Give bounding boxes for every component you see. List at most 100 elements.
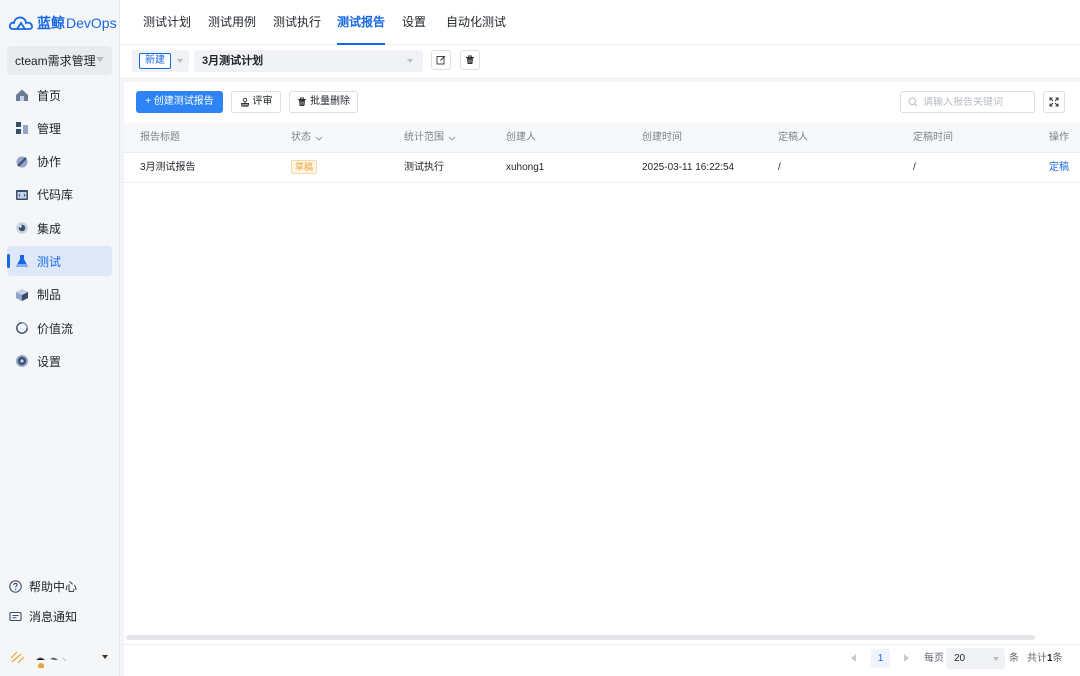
finalize-link[interactable]: 定稿 <box>1049 153 1069 183</box>
sidebar-item-label: 集成 <box>37 221 62 236</box>
help-center-label: 帮助中心 <box>29 579 78 594</box>
logo-text: DevOps <box>66 15 117 31</box>
plan-bar: 新建 3月测试计划 <box>120 45 1080 77</box>
edit-icon <box>436 55 446 65</box>
create-report-button[interactable]: + 创建测试报告 <box>136 91 223 113</box>
avatar <box>10 651 67 668</box>
sidebar-item-value-stream[interactable]: 价值流 <box>7 313 112 343</box>
cell-scope: 测试执行 <box>404 162 444 173</box>
user-menu[interactable] <box>9 647 112 669</box>
batch-delete-button[interactable]: 批量删除 <box>289 91 358 113</box>
table-row[interactable]: 3月测试报告 草稿 测试执行 xuhong1 2025-03-11 16:22:… <box>124 153 1080 183</box>
fullscreen-button[interactable] <box>1043 91 1065 113</box>
fullscreen-icon <box>1049 97 1059 107</box>
project-select[interactable]: cteam需求管理 <box>7 46 112 75</box>
top-tabs: 测试计划 测试用例 测试执行 测试报告 设置 自动化测试 <box>120 0 1080 45</box>
search-icon <box>908 97 918 107</box>
horizontal-scrollbar[interactable] <box>126 635 1035 640</box>
col-finalizer: 定稿人 <box>778 132 808 143</box>
sidebar-item-test[interactable]: 测试 <box>7 246 112 277</box>
cell-creator: xuhong1 <box>506 162 545 173</box>
sidebar-item-label: 首页 <box>37 88 62 103</box>
tab-settings[interactable]: 设置 <box>402 0 426 45</box>
cell-report-title[interactable]: 3月测试报告 <box>140 153 196 183</box>
cell-finalized-at: / <box>913 162 916 173</box>
col-created-at: 创建时间 <box>642 132 682 143</box>
pagination: 1 每页 20 条 共计1条 <box>124 644 1080 672</box>
col-status-label: 状态 <box>291 132 311 143</box>
chevron-down-icon <box>96 57 104 62</box>
delete-plan-button[interactable] <box>460 50 480 70</box>
page-size-unit: 条 <box>1009 653 1019 664</box>
message-notify-label: 消息通知 <box>29 609 78 624</box>
col-report-title: 报告标题 <box>140 132 180 143</box>
chevron-down-icon <box>315 136 323 141</box>
plan-name: 3月测试计划 <box>202 55 264 67</box>
total-suffix: 条 <box>1052 653 1063 664</box>
total-prefix: 共计 <box>1027 653 1047 664</box>
sidebar-item-manage[interactable]: 管理 <box>7 113 112 143</box>
batch-delete-label: 批量删除 <box>310 96 350 107</box>
help-center-link[interactable]: 帮助中心 <box>9 571 114 601</box>
chevron-down-icon <box>177 59 183 63</box>
bluking-logo-icon <box>9 16 33 30</box>
code-repo-icon <box>15 188 29 202</box>
sidebar-item-home[interactable]: 首页 <box>7 80 112 110</box>
sidebar-nav: 首页 管理 协作 代码库 集成 测试 制品 价值流 设置 <box>7 80 112 380</box>
plan-select[interactable]: 3月测试计划 <box>194 50 423 72</box>
tab-test-report[interactable]: 测试报告 <box>337 0 386 45</box>
prev-page-icon[interactable] <box>851 654 856 662</box>
chevron-down-icon <box>993 657 999 661</box>
review-button[interactable]: 评审 <box>231 91 281 113</box>
per-page-label: 每页 <box>924 653 944 664</box>
next-page-icon[interactable] <box>904 654 909 662</box>
cell-created-at: 2025-03-11 16:22:54 <box>642 162 735 173</box>
col-scope[interactable]: 统计范围 <box>404 123 456 153</box>
trash-icon <box>466 55 474 64</box>
help-circle-icon <box>9 579 22 593</box>
sidebar-item-label: 测试 <box>37 254 62 269</box>
sidebar-item-collab[interactable]: 协作 <box>7 147 112 177</box>
app-logo[interactable]: 蓝鲸 DevOps <box>9 12 117 34</box>
sidebar-item-artifact[interactable]: 制品 <box>7 280 112 310</box>
sidebar-item-label: 管理 <box>37 121 62 136</box>
artifact-cube-icon <box>15 288 29 302</box>
trash-icon <box>298 97 306 106</box>
sidebar-item-label: 代码库 <box>37 188 74 203</box>
integration-icon <box>15 221 29 235</box>
cell-status: 草稿 <box>291 153 318 183</box>
logo-prefix: 蓝鲸 <box>37 15 65 31</box>
report-panel: + 创建测试报告 评审 批量删除 报告标题 状态 统计范围 创建人 创建时间 定… <box>124 82 1080 676</box>
tab-test-case[interactable]: 测试用例 <box>208 0 256 45</box>
status-badge: 草稿 <box>291 160 318 175</box>
sidebar-item-integration[interactable]: 集成 <box>7 213 112 243</box>
collab-icon <box>15 155 29 169</box>
tab-automation-test[interactable]: 自动化测试 <box>446 0 506 45</box>
message-icon <box>9 611 22 621</box>
tab-test-execution[interactable]: 测试执行 <box>273 0 321 45</box>
sidebar-item-settings[interactable]: 设置 <box>7 346 112 376</box>
review-stamp-icon <box>240 97 249 107</box>
value-stream-icon <box>15 321 29 335</box>
new-dropdown[interactable]: 新建 <box>132 50 189 72</box>
col-status[interactable]: 状态 <box>291 123 323 153</box>
report-search[interactable] <box>900 91 1035 113</box>
cell-finalizer: / <box>778 162 781 173</box>
test-flask-icon <box>15 254 29 268</box>
chevron-down-icon <box>448 136 456 141</box>
edit-plan-button[interactable] <box>431 50 451 70</box>
message-notify-link[interactable]: 消息通知 <box>9 601 114 631</box>
total-count: 共计1条 <box>1027 645 1063 673</box>
chevron-down-icon <box>407 59 413 63</box>
project-name: cteam需求管理 <box>15 54 96 68</box>
tab-test-plan[interactable]: 测试计划 <box>143 0 191 45</box>
sidebar-item-code-repo[interactable]: 代码库 <box>7 180 112 210</box>
sidebar-item-label: 价值流 <box>37 321 74 336</box>
search-input[interactable] <box>923 96 1028 108</box>
page-size-select[interactable]: 20 <box>946 648 1005 669</box>
col-action: 操作 <box>1049 132 1069 143</box>
sidebar-item-label: 协作 <box>37 155 62 170</box>
new-button[interactable]: 新建 <box>139 53 171 69</box>
page-number-current[interactable]: 1 <box>871 649 890 668</box>
sidebar: 蓝鲸 DevOps cteam需求管理 首页 管理 协作 代码库 集成 测试 制… <box>0 0 120 676</box>
